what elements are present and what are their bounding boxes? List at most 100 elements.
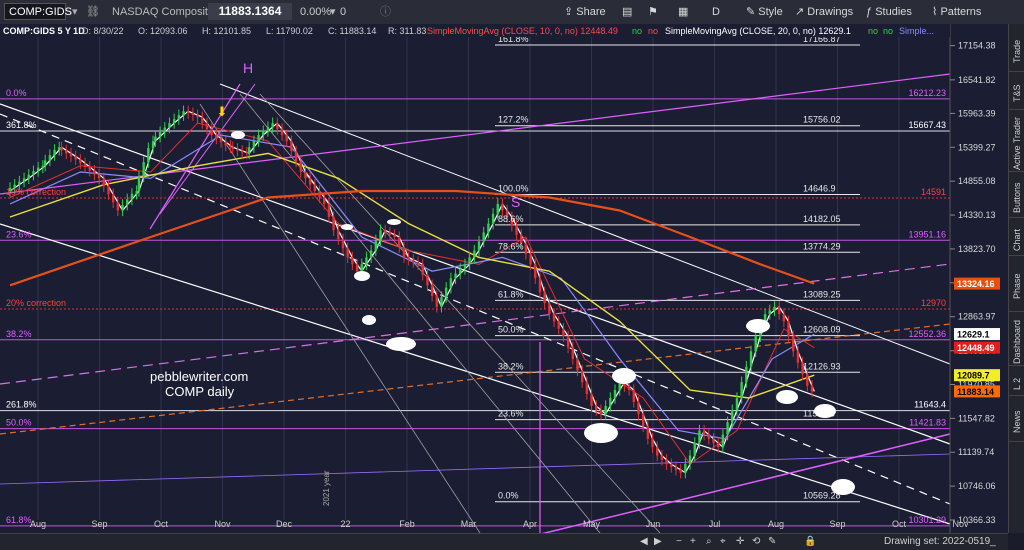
candle-body xyxy=(740,382,743,399)
candle-body xyxy=(693,442,696,456)
period-select[interactable]: D xyxy=(712,0,720,24)
zoom-in-icon[interactable]: + xyxy=(690,534,696,550)
candle-body xyxy=(646,426,650,439)
zoom-out-icon[interactable]: − xyxy=(676,534,682,550)
snap-icon[interactable]: ⌖ xyxy=(720,534,726,550)
candle-body xyxy=(384,230,387,233)
grid-icon[interactable]: ▦ xyxy=(678,0,688,24)
sidebar-tab-chart[interactable]: Chart xyxy=(1009,224,1024,256)
candle-body xyxy=(576,358,579,371)
candle-body xyxy=(224,142,227,146)
link-icon[interactable]: ⛓ xyxy=(86,0,100,24)
candle-body xyxy=(473,250,476,258)
candle-body xyxy=(276,123,279,130)
header-field: L: 11790.02 xyxy=(266,26,313,36)
candle-body xyxy=(538,278,542,293)
fib-right-value: 12126.93 xyxy=(803,361,841,371)
notes-icon[interactable]: ✎ xyxy=(768,534,776,550)
header-field: SimpleMovingAvg (CLOSE, 10, 0, no) 12448… xyxy=(427,26,618,36)
scroll-left-icon[interactable]: ◀ xyxy=(640,534,648,550)
fib-left-pct: 23.6% xyxy=(6,229,32,239)
style-button[interactable]: ✎ Style xyxy=(746,0,783,24)
sidebar-tab-l-2[interactable]: L 2 xyxy=(1009,372,1024,396)
sidebar-tab-active-trader[interactable]: Active Trader xyxy=(1009,116,1024,172)
candle-body xyxy=(79,159,82,164)
scroll-right-icon[interactable]: ▶ xyxy=(654,534,662,550)
header-field: no xyxy=(648,26,658,36)
candle-body xyxy=(53,149,56,156)
candle-body xyxy=(487,223,490,233)
candle-body xyxy=(93,170,96,175)
candle-body xyxy=(130,193,134,200)
style-icon: ✎ xyxy=(746,6,756,18)
candle-body xyxy=(111,194,115,203)
candle-body xyxy=(69,153,73,157)
candle-body xyxy=(142,162,145,177)
candle-body xyxy=(674,466,678,470)
crosshair-icon[interactable]: ✛ xyxy=(736,534,744,550)
candle-body xyxy=(599,410,603,415)
candle-body xyxy=(158,132,162,137)
flag-icon[interactable]: ⚑ xyxy=(648,0,658,24)
reset-icon[interactable]: ⟲ xyxy=(752,534,760,550)
candle-body xyxy=(182,111,185,116)
template-icon[interactable]: ▤ xyxy=(622,0,632,24)
candle-body xyxy=(135,191,138,194)
right-sidebar: Trade T&S Active Trader Buttons Chart Phase S… xyxy=(1008,24,1024,533)
sidebar-tab-buttons[interactable]: Buttons xyxy=(1009,178,1024,218)
sidebar-tab-news[interactable]: News xyxy=(1009,402,1024,442)
fib-left-pct: 261.8% xyxy=(6,400,37,410)
fib-left-value: 10301.29 xyxy=(908,515,946,525)
price-chart[interactable]: 161.8% 17166.87127.2% 15756.02100.0% 14646.… xyxy=(0,24,1008,533)
study-header: COMP:GIDS 5 Y 1DD: 8/30/22 O: 12093.06 H: … xyxy=(0,24,950,37)
lock-icon[interactable]: 🔒 xyxy=(804,534,816,550)
fib-right-pct: 23.6% xyxy=(498,409,524,419)
candle-body xyxy=(430,285,434,296)
drawings-button[interactable]: ↗ Drawings xyxy=(795,0,853,24)
studies-button[interactable]: ƒ Studies xyxy=(866,0,912,24)
candle-body xyxy=(782,314,786,322)
candle-body xyxy=(754,336,757,352)
candle-body xyxy=(552,314,556,322)
candle-body xyxy=(735,398,739,411)
candle-body xyxy=(252,141,256,148)
drawings-icon: ↗ xyxy=(795,6,805,18)
y-tick-label: 11547.82 xyxy=(958,413,995,423)
candle-body xyxy=(482,232,485,242)
candle-body xyxy=(749,351,753,367)
share-button[interactable]: ⇪ Share xyxy=(564,0,606,24)
candle-body xyxy=(524,243,528,254)
candle-body xyxy=(346,248,349,258)
highlight-ellipse xyxy=(341,224,353,230)
candle-body xyxy=(580,370,584,383)
fib-left-pct: 61.8% xyxy=(6,515,32,525)
magnify-icon[interactable]: ⌕ xyxy=(706,534,712,550)
header-field: COMP:GIDS 5 Y 1D xyxy=(3,26,85,36)
header-field: no xyxy=(632,26,642,36)
sidebar-tab-trade[interactable]: Trade xyxy=(1009,32,1024,72)
candle-body xyxy=(656,447,659,456)
x-tick-label: Aug xyxy=(30,519,46,529)
x-tick-label: Feb xyxy=(399,519,415,529)
candle-body xyxy=(477,241,481,251)
credit-subtitle: COMP daily xyxy=(165,384,235,399)
candle-body xyxy=(412,259,415,262)
sidebar-tab-dashboard[interactable]: Dashboard xyxy=(1009,318,1024,366)
candle-body xyxy=(332,217,335,231)
dropdown-chevron-icon[interactable]: ▾ xyxy=(72,0,78,24)
patterns-button[interactable]: ⌇ Patterns xyxy=(932,0,981,24)
fib-right-value: 15756.02 xyxy=(803,115,841,125)
fib-left-value: 15667.43 xyxy=(908,120,946,130)
sidebar-tab-phase-scores[interactable]: Phase Scores xyxy=(1009,262,1024,312)
x-tick-label: Jul xyxy=(709,519,721,529)
fib-left-pct: 361.8% xyxy=(6,120,37,130)
candle-body xyxy=(236,148,239,151)
sidebar-tab-t-s[interactable]: T&S xyxy=(1009,78,1024,110)
candle-body xyxy=(304,172,307,179)
fib-left-value: 11643.4 xyxy=(914,400,946,410)
last-price: 11883.1364 xyxy=(208,3,292,20)
symbol-input[interactable]: COMP:GIDS xyxy=(4,3,72,20)
header-field: R: 311.83 xyxy=(388,26,426,36)
candle-body xyxy=(247,147,251,154)
candle-body xyxy=(341,239,345,249)
